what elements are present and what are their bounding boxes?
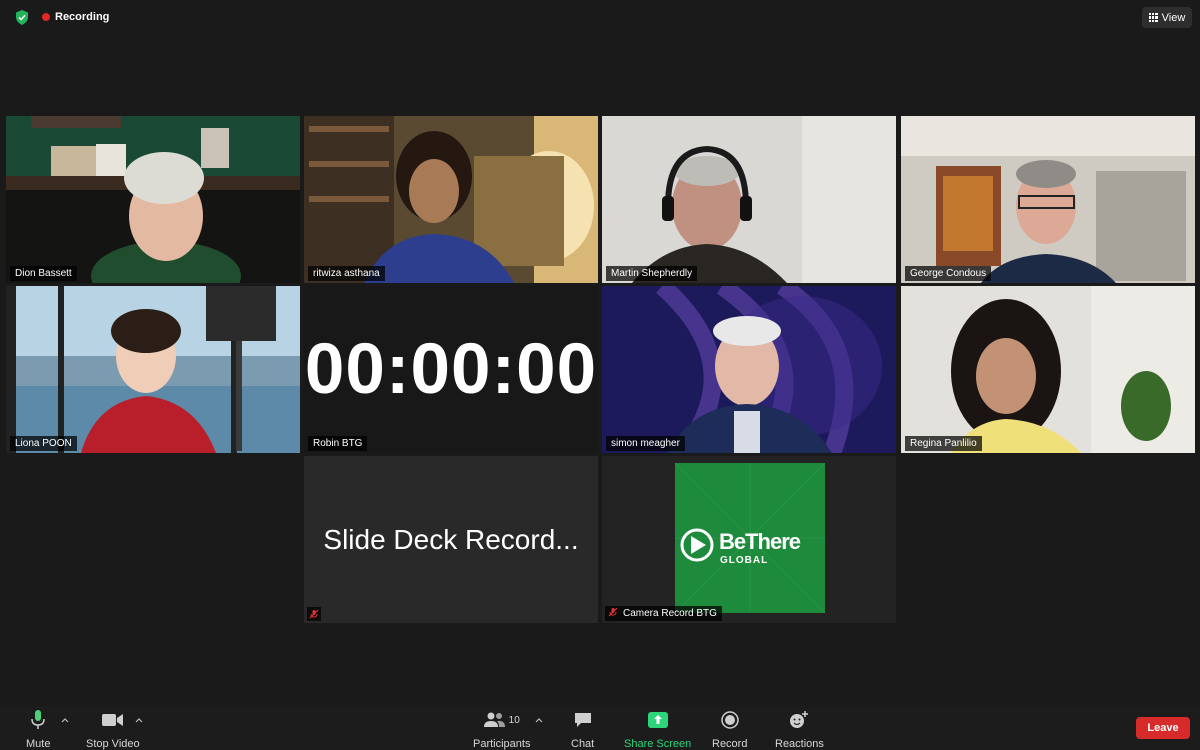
view-button[interactable]: View [1142, 7, 1192, 28]
participant-video [901, 286, 1195, 453]
chevron-up-icon[interactable] [535, 716, 543, 724]
record-dot-icon [42, 13, 50, 21]
grid-view-icon [1148, 13, 1158, 22]
logo-text-secondary: GLOBAL [720, 555, 769, 566]
reactions-label: Reactions [775, 738, 824, 750]
participants-button[interactable]: 10 Participants [473, 710, 530, 750]
share-screen-icon [647, 712, 668, 728]
video-tile-regina-panlilio[interactable]: Regina Panlilio [901, 286, 1195, 453]
mute-button[interactable]: Mute [26, 710, 50, 750]
countdown-timer: 00:00:00 [304, 286, 598, 453]
video-tile-george-condous[interactable]: George Condous [901, 116, 1195, 283]
microphone-icon [31, 710, 45, 729]
bethere-global-logo: BeThere GLOBAL [675, 463, 825, 613]
video-tile-robin-btg[interactable]: 00:00:00 Robin BTG [304, 286, 598, 453]
record-button[interactable]: Record [712, 710, 747, 750]
view-label: View [1161, 11, 1186, 24]
participants-label: Participants [473, 738, 531, 750]
participant-name: Liona POON [10, 436, 77, 451]
recording-label: Recording [55, 11, 110, 23]
record-label: Record [712, 738, 748, 750]
meeting-top-bar: Recording View [0, 0, 1200, 34]
participant-name: Dion Bassett [10, 266, 77, 281]
video-camera-icon [101, 714, 123, 726]
chevron-up-icon[interactable] [135, 716, 143, 724]
participant-name: ritwiza asthana [308, 266, 385, 281]
stop-video-button[interactable]: Stop Video [86, 710, 140, 750]
video-tile-martin-shepherdly[interactable]: Martin Shepherdly [602, 116, 896, 283]
participant-name: Camera Record BTG [623, 608, 717, 619]
participant-name: Robin BTG [308, 436, 368, 451]
video-tile-liona-poon[interactable]: Liona POON [6, 286, 300, 453]
participant-video [6, 116, 300, 283]
participant-name: Martin Shepherdly [606, 266, 698, 281]
recording-indicator[interactable]: Recording [42, 10, 109, 24]
participant-video [602, 286, 896, 453]
record-icon [720, 711, 739, 729]
share-screen-label: Share Screen [624, 738, 692, 750]
video-tile-camera-record-btg[interactable]: BeThere GLOBAL Camera Record BTG [602, 456, 896, 623]
mute-label: Mute [26, 738, 51, 750]
participant-name: George Condous [905, 266, 992, 281]
chat-button[interactable]: Chat [571, 710, 594, 750]
chat-label: Chat [571, 738, 595, 750]
video-tile-slide-deck-record[interactable]: Slide Deck Record... [304, 456, 598, 623]
chat-bubble-icon [574, 713, 591, 727]
logo-text-primary: BeThere [719, 529, 801, 554]
participant-name-tag: Camera Record BTG [605, 606, 722, 621]
muted-mic-icon [307, 607, 321, 621]
participant-display-name: Slide Deck Record... [304, 456, 598, 623]
muted-mic-icon [608, 607, 618, 617]
participant-video [901, 116, 1195, 283]
chevron-up-icon[interactable] [61, 716, 69, 724]
video-tile-dion-bassett[interactable]: Dion Bassett [6, 116, 300, 283]
leave-button[interactable]: Leave [1136, 717, 1190, 739]
reactions-button[interactable]: Reactions [775, 710, 824, 750]
participant-video [6, 286, 300, 453]
participants-icon [483, 712, 505, 727]
participants-count: 10 [508, 714, 520, 726]
stop-video-label: Stop Video [86, 738, 140, 750]
reactions-icon [790, 711, 809, 728]
video-tile-simon-meagher[interactable]: simon meagher [602, 286, 896, 453]
participant-video [602, 116, 896, 283]
shield-icon[interactable] [15, 10, 29, 25]
participant-name: Regina Panlilio [905, 436, 982, 451]
share-screen-button[interactable]: Share Screen [624, 710, 691, 750]
meeting-toolbar: Mute Stop Video 10 Participants Chat Sha… [0, 706, 1200, 750]
participant-name: simon meagher [606, 436, 685, 451]
participant-video [304, 116, 598, 283]
video-tile-ritwiza-asthana[interactable]: ritwiza asthana [304, 116, 598, 283]
